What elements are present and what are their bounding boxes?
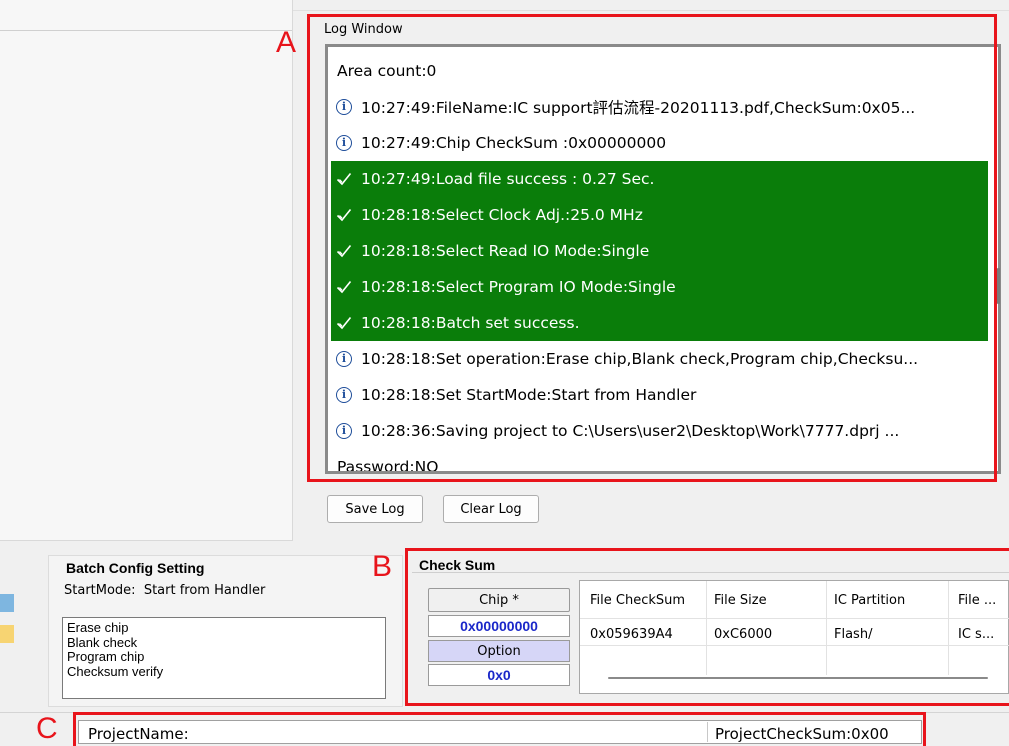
log-scrollbar-thumb[interactable] bbox=[997, 268, 1000, 304]
annotation-box-a bbox=[307, 14, 997, 482]
left-panel-divider bbox=[0, 30, 292, 31]
clear-log-button[interactable]: Clear Log bbox=[443, 495, 539, 523]
annotation-letter-c: C bbox=[36, 712, 58, 745]
batch-config-title: Batch Config Setting bbox=[66, 560, 205, 576]
start-mode-label: StartMode: bbox=[64, 583, 136, 598]
color-swatch-yellow bbox=[0, 625, 14, 643]
annotation-letter-a: A bbox=[276, 26, 297, 59]
left-panel bbox=[0, 0, 293, 541]
annotation-box-c bbox=[73, 712, 926, 746]
annotation-letter-b: B bbox=[372, 550, 393, 583]
start-mode-text: StartMode: Start from Handler bbox=[64, 583, 265, 598]
start-mode-value: Start from Handler bbox=[143, 583, 266, 598]
operation-item[interactable]: Blank check bbox=[67, 635, 385, 651]
color-swatch-blue bbox=[0, 594, 14, 612]
operation-item[interactable]: Checksum verify bbox=[67, 664, 385, 680]
operation-item[interactable]: Program chip bbox=[67, 649, 385, 665]
annotation-box-b bbox=[405, 548, 1009, 706]
save-log-button[interactable]: Save Log bbox=[327, 495, 423, 523]
operations-list[interactable]: Erase chip Blank check Program chip Checksu… bbox=[62, 617, 386, 699]
operation-item[interactable]: Erase chip bbox=[67, 620, 385, 636]
